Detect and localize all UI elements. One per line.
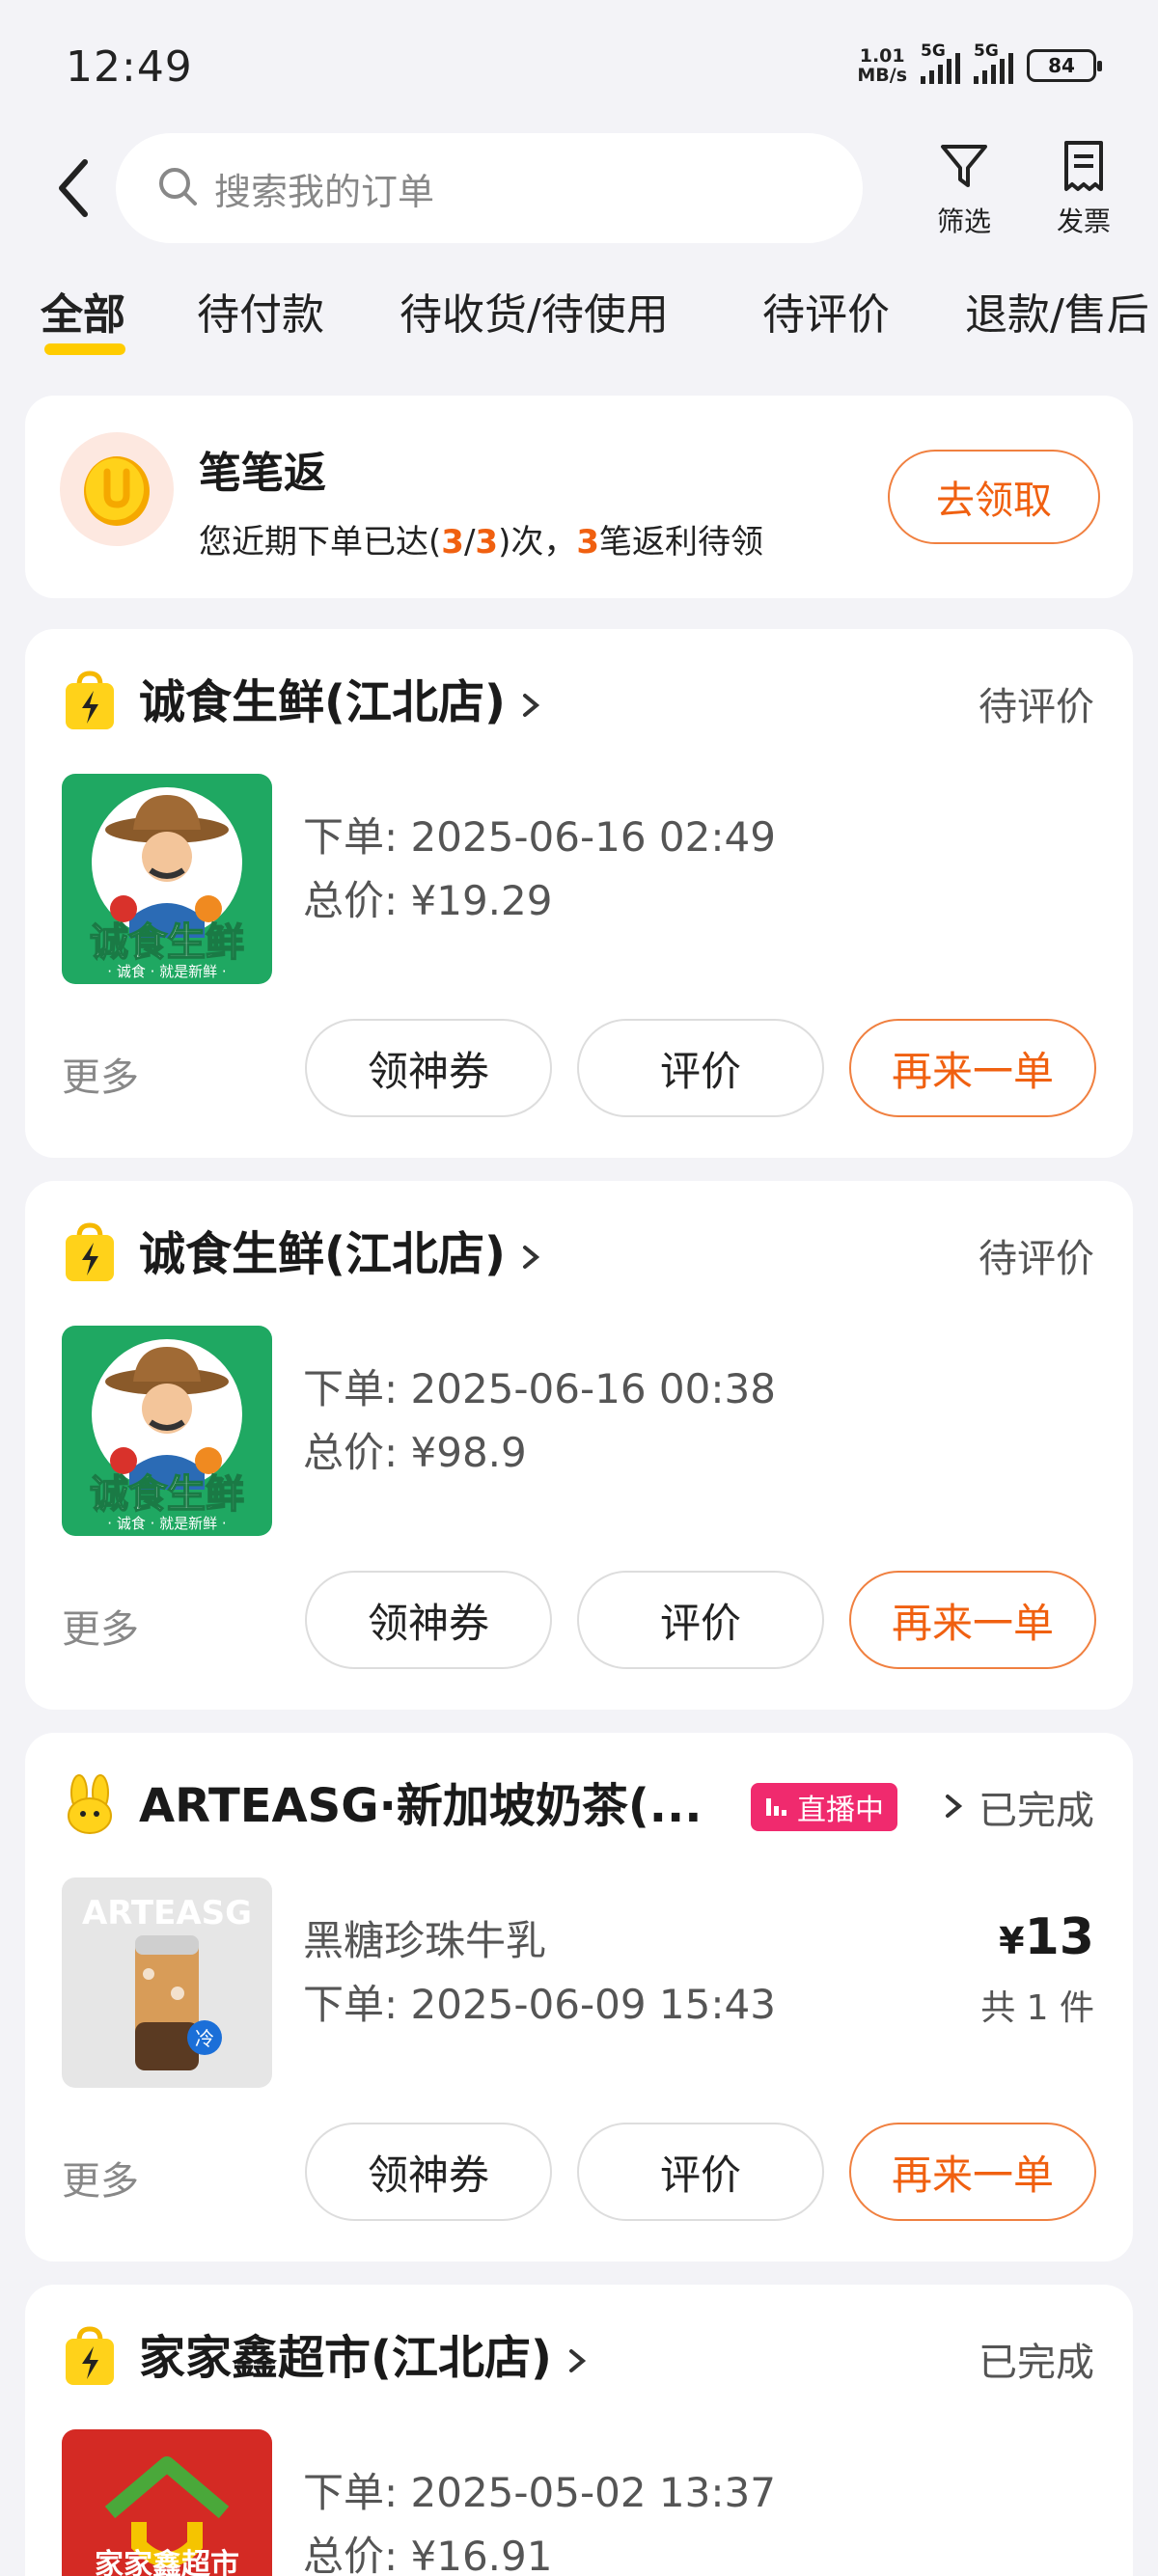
store-logo-image: 家家鑫超市 (62, 2429, 272, 2576)
status-bar: 12:49 1.01 MB/s 5G 5G 84 (0, 0, 1158, 135)
more-button[interactable]: 更多 (62, 1598, 139, 1654)
store-logo-image: 诚食生鲜 · 诚食 · 就是新鲜 · (62, 1326, 272, 1536)
invoice-button[interactable]: 发票 (1040, 139, 1127, 239)
chevron-right-icon (568, 2349, 587, 2372)
coin-icon (60, 432, 174, 546)
signal-2-icon: 5G (974, 41, 1013, 84)
order-card[interactable]: ARTEASG·新加坡奶茶(... 直播中 已完成 ARTEASG 冷 黑糖珍珠… (25, 1733, 1133, 2261)
chevron-right-icon (522, 1246, 540, 1269)
claim-button[interactable]: 去领取 (888, 450, 1100, 544)
order-time: 下单: 2025-05-02 13:37 (303, 2469, 776, 2516)
item-count: 共 1 件 (980, 1988, 1094, 2028)
shopping-bag-icon (62, 1221, 118, 1283)
product-image-brand: ARTEASG (82, 1894, 252, 1932)
tab-pending-payment[interactable]: 待付款 (197, 280, 324, 342)
store-name-link[interactable]: 家家鑫超市(江北店) (139, 2319, 594, 2387)
review-button[interactable]: 评价 (577, 1571, 824, 1669)
order-card[interactable]: 诚食生鲜(江北店) 待评价 诚食生鲜 · 诚食 · 就是新鲜 · 下单: 202… (25, 1181, 1133, 1710)
order-tabs: 全部 待付款 待收货/待使用 待评价 退款/售后 (0, 280, 1158, 367)
order-total: 总价: ¥19.29 (303, 877, 553, 924)
store-logo-text: 家家鑫超市 (95, 2548, 239, 2576)
promo-description: 您近期下单已达(3/3)次，3笔返利待领 (199, 523, 764, 562)
more-button[interactable]: 更多 (62, 2150, 139, 2206)
order-status: 已完成 (979, 2341, 1094, 2385)
reorder-button[interactable]: 再来一单 (849, 1571, 1096, 1669)
order-status: 待评价 (979, 1237, 1094, 1281)
order-time: 下单: 2025-06-16 02:49 (303, 813, 776, 861)
back-icon[interactable] (50, 154, 98, 222)
tab-all[interactable]: 全部 (41, 280, 125, 342)
order-status: 待评价 (979, 685, 1094, 729)
more-button[interactable]: 更多 (62, 1046, 139, 1102)
coupon-button[interactable]: 领神券 (305, 2123, 552, 2221)
review-button[interactable]: 评价 (577, 2123, 824, 2221)
tab-active-indicator (44, 343, 125, 355)
filter-icon (937, 145, 991, 197)
tab-pending-review[interactable]: 待评价 (762, 280, 890, 342)
shopping-bag-icon (62, 2325, 118, 2387)
store-name-link[interactable]: 诚食生鲜(江北店) (139, 1216, 548, 1283)
cold-badge: 冷 (195, 2027, 214, 2050)
store-name-link[interactable]: 诚食生鲜(江北店) (139, 664, 548, 731)
order-time: 下单: 2025-06-16 00:38 (303, 1365, 776, 1412)
bunny-logo-icon (62, 1773, 118, 1835)
search-placeholder: 搜索我的订单 (214, 170, 435, 213)
promo-title: 笔笔返 (199, 449, 326, 498)
order-total: 总价: ¥16.91 (303, 2533, 553, 2576)
order-card[interactable]: 诚食生鲜(江北店) 待评价 诚食生鲜 · 诚食 · 就是新鲜 · 下单: 202… (25, 629, 1133, 1158)
order-status: 已完成 (979, 1789, 1094, 1833)
store-name-link[interactable]: ARTEASG·新加坡奶茶(... (139, 1768, 702, 1835)
live-streaming-badge[interactable]: 直播中 (751, 1783, 897, 1831)
shopping-bag-icon (62, 670, 118, 731)
chevron-right-icon (522, 694, 540, 717)
store-logo-text: 诚食生鲜 (90, 1472, 244, 1517)
tab-pending-receipt[interactable]: 待收货/待使用 (400, 280, 669, 342)
invoice-icon (1057, 141, 1111, 197)
product-image: ARTEASG 冷 (62, 1877, 272, 2088)
product-name: 黑糖珍珠牛乳 (303, 1917, 547, 1964)
store-logo-slogan: · 诚食 · 就是新鲜 · (107, 1515, 226, 1532)
cashback-promo-card: 笔笔返 您近期下单已达(3/3)次，3笔返利待领 去领取 (25, 396, 1133, 598)
coupon-button[interactable]: 领神券 (305, 1019, 552, 1117)
store-logo-image: 诚食生鲜 · 诚食 · 就是新鲜 · (62, 774, 272, 984)
reorder-button[interactable]: 再来一单 (849, 2123, 1096, 2221)
battery-icon: 84 (1027, 49, 1102, 82)
network-speed: 1.01 MB/s (857, 45, 907, 86)
order-price: ¥13 (999, 1908, 1094, 1966)
order-time: 下单: 2025-06-09 15:43 (303, 1981, 776, 2028)
coupon-button[interactable]: 领神券 (305, 1571, 552, 1669)
live-bars-icon (766, 1798, 786, 1816)
reorder-button[interactable]: 再来一单 (849, 1019, 1096, 1117)
status-icons: 1.01 MB/s 5G 5G 84 (857, 41, 1102, 86)
signal-1-icon: 5G (921, 41, 960, 84)
store-logo-text: 诚食生鲜 (90, 920, 244, 965)
search-icon (156, 165, 199, 211)
tab-refund[interactable]: 退款/售后 (965, 280, 1149, 342)
order-total: 总价: ¥98.9 (303, 1429, 527, 1476)
order-card[interactable]: 家家鑫超市(江北店) 已完成 家家鑫超市 下单: 2025-05-02 13:3… (25, 2285, 1133, 2576)
status-time: 12:49 (66, 42, 193, 92)
filter-button[interactable]: 筛选 (921, 139, 1007, 239)
review-button[interactable]: 评价 (577, 1019, 824, 1117)
store-logo-slogan: · 诚食 · 就是新鲜 · (107, 963, 226, 980)
chevron-right-icon[interactable] (936, 1787, 971, 1825)
search-input[interactable]: 搜索我的订单 (116, 133, 863, 243)
